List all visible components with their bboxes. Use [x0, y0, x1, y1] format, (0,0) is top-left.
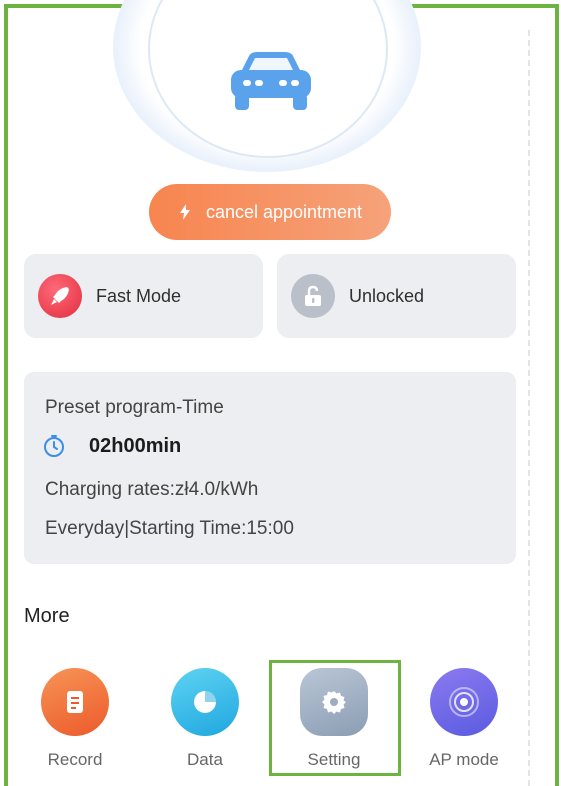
frame-right-edge [555, 4, 559, 786]
wifi-signal-icon [430, 668, 498, 736]
setting-highlight-box [269, 660, 401, 776]
data-label: Data [187, 750, 223, 769]
lock-status-label: Unlocked [349, 285, 425, 306]
lock-status-card[interactable]: Unlocked [277, 254, 516, 338]
ap-mode-label: AP mode [429, 750, 499, 769]
frame-left-edge [4, 4, 8, 786]
record-tile[interactable]: Record [30, 668, 120, 778]
unlock-icon [291, 274, 335, 318]
schedule-text: Everyday|Starting Time:15:00 [45, 518, 294, 539]
record-icon [41, 668, 109, 736]
ap-mode-tile[interactable]: AP mode [419, 668, 509, 778]
charging-rate: Charging rates:zł4.0/kWh [45, 479, 259, 500]
fast-mode-label: Fast Mode [96, 285, 182, 306]
preset-program-card[interactable]: Preset program-Time 02h00min Charging ra… [24, 372, 516, 564]
pie-chart-icon [171, 668, 239, 736]
record-label: Record [47, 750, 103, 769]
timer-icon [44, 435, 64, 457]
fast-mode-card[interactable]: Fast Mode [24, 254, 263, 338]
cancel-appointment-label: cancel appointment [205, 201, 363, 222]
scroll-divider [528, 30, 530, 786]
cancel-appointment-button[interactable]: cancel appointment [149, 184, 391, 240]
preset-title: Preset program-Time [45, 397, 224, 418]
data-tile[interactable]: Data [160, 668, 250, 778]
car-icon [231, 52, 311, 110]
more-section-title: More [24, 605, 70, 627]
timer-value: 02h00min [89, 434, 182, 457]
timer-row: 02h00min [42, 434, 181, 458]
lightning-icon [179, 204, 190, 220]
rocket-icon [38, 274, 82, 318]
